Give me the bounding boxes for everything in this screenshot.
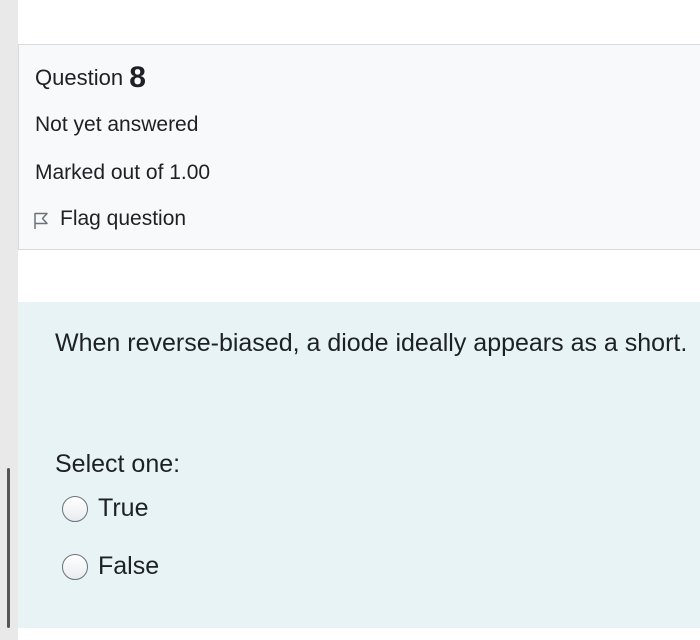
radio-true[interactable] <box>62 495 88 522</box>
option-true[interactable]: True <box>62 494 148 523</box>
option-true-label: True <box>98 494 149 522</box>
question-content-panel: When reverse-biased, a diode ideally app… <box>18 302 700 628</box>
select-prompt: Select one: <box>55 450 181 478</box>
question-state: Not yet answered <box>35 113 199 136</box>
left-rail <box>0 0 18 640</box>
flag-icon <box>34 212 48 229</box>
option-false[interactable]: False <box>62 552 159 581</box>
question-info-panel: Question 8 Not yet answered Marked out o… <box>18 44 700 250</box>
option-false-label: False <box>98 552 160 580</box>
scrollbar-thumb[interactable] <box>7 468 10 628</box>
question-grade: Marked out of 1.00 <box>35 161 211 184</box>
flag-question-label: Flag question <box>60 207 187 230</box>
question-title: Question 8 <box>35 61 146 95</box>
question-label: Question <box>35 65 124 90</box>
flag-question-link[interactable]: Flag question <box>33 207 186 231</box>
radio-false[interactable] <box>62 553 88 580</box>
question-number: 8 <box>129 61 146 94</box>
question-text: When reverse-biased, a diode ideally app… <box>55 329 688 357</box>
